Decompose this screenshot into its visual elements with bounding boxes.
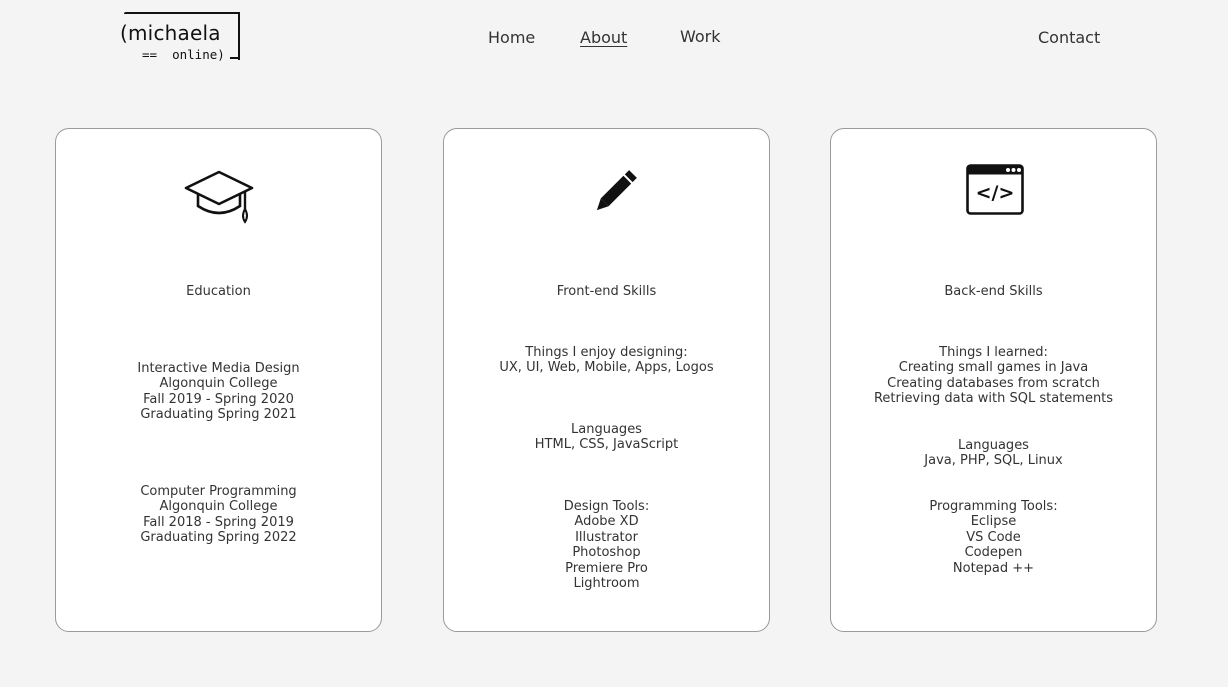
- text-line: Graduating Spring 2021: [140, 407, 297, 423]
- text-line: Fall 2019 - Spring 2020: [143, 391, 294, 407]
- backend-card: </> Back-end Skills Things I learned: Cr…: [830, 128, 1157, 632]
- text-line: Illustrator: [575, 529, 638, 545]
- frontend-card: Front-end Skills Things I enjoy designin…: [443, 128, 770, 632]
- frontend-block-3: Design Tools: Adobe XD Illustrator Photo…: [444, 499, 769, 591]
- pencil-icon: [586, 161, 646, 225]
- text-line: Graduating Spring 2022: [140, 530, 297, 546]
- text-line: Adobe XD: [574, 514, 639, 530]
- text-line: Design Tools:: [563, 499, 650, 514]
- education-block-1: Interactive Media Design Algonquin Colle…: [56, 361, 381, 423]
- text-line: Eclipse: [970, 514, 1017, 530]
- nav-link-contact[interactable]: Contact: [1038, 28, 1100, 47]
- text-line: Java, PHP, SQL, Linux: [924, 453, 1063, 469]
- card-title: Front-end Skills: [556, 284, 657, 299]
- text-line: VS Code: [966, 529, 1021, 545]
- text-line: Things I enjoy designing:: [525, 345, 688, 360]
- svg-text:</>: </>: [976, 182, 1015, 204]
- text-line: Photoshop: [572, 545, 641, 561]
- backend-block-2: Languages Java, PHP, SQL, Linux: [831, 438, 1156, 469]
- card-title: Education: [186, 284, 251, 299]
- code-window-icon: </>: [965, 163, 1025, 221]
- education-card: Education Interactive Media Design Algon…: [55, 128, 382, 632]
- text-line: Languages: [571, 422, 642, 437]
- text-line: Things I learned:: [939, 345, 1048, 360]
- text-line: Lightroom: [573, 576, 640, 592]
- nav-link-work[interactable]: Work: [680, 27, 721, 46]
- text-line: Languages: [958, 438, 1029, 453]
- backend-block-3: Programming Tools: Eclipse VS Code Codep…: [831, 499, 1156, 576]
- text-line: Premiere Pro: [565, 560, 648, 576]
- text-line: Codepen: [964, 545, 1023, 561]
- text-line: Algonquin College: [159, 499, 278, 515]
- text-line: HTML, CSS, JavaScript: [534, 437, 679, 453]
- logo-frame-tail: [230, 57, 238, 59]
- logo-sub-text: == online): [142, 47, 225, 62]
- text-line: Creating small games in Java: [898, 360, 1089, 376]
- text-line: Fall 2018 - Spring 2019: [143, 514, 294, 530]
- text-line: Computer Programming: [140, 484, 297, 499]
- text-line: UX, UI, Web, Mobile, Apps, Logos: [499, 360, 714, 376]
- card-title: Back-end Skills: [944, 284, 1043, 299]
- text-line: Notepad ++: [952, 560, 1035, 576]
- frontend-block-2: Languages HTML, CSS, JavaScript: [444, 422, 769, 453]
- nav-link-home[interactable]: Home: [488, 28, 535, 47]
- graduation-cap-icon: [183, 169, 255, 229]
- frontend-block-1: Things I enjoy designing: UX, UI, Web, M…: [444, 345, 769, 376]
- text-line: Algonquin College: [159, 376, 278, 392]
- site-logo[interactable]: (michaela == online): [120, 11, 242, 63]
- text-line: Programming Tools:: [929, 499, 1058, 514]
- logo-main-text: (michaela: [120, 21, 221, 45]
- text-line: Interactive Media Design: [137, 361, 300, 376]
- nav-link-about[interactable]: About: [580, 28, 627, 47]
- text-line: Creating databases from scratch: [887, 375, 1100, 391]
- backend-block-1: Things I learned: Creating small games i…: [831, 345, 1156, 407]
- text-line: Retrieving data with SQL statements: [873, 391, 1114, 407]
- education-block-2: Computer Programming Algonquin College F…: [56, 484, 381, 546]
